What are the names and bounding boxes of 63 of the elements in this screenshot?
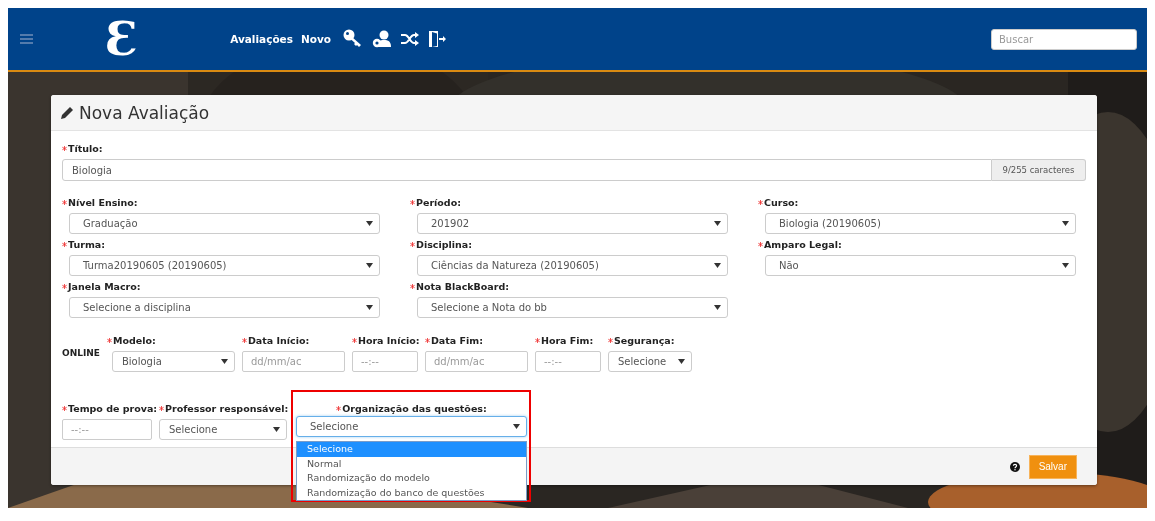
title-field[interactable]: Biologia xyxy=(62,159,992,181)
character-counter: 9/255 caracteres xyxy=(992,159,1086,181)
dropdown-option[interactable]: Normal xyxy=(297,456,526,471)
field-label: Amparo Legal: xyxy=(764,239,842,250)
caret-icon xyxy=(366,263,373,268)
field-label: Janela Macro: xyxy=(68,281,141,292)
pencil-icon xyxy=(60,105,74,120)
caret-icon xyxy=(714,305,721,310)
field-label: Título: xyxy=(68,143,103,154)
input-field[interactable]: dd/mm/ac xyxy=(424,351,528,372)
field-label: Disciplina: xyxy=(416,239,472,250)
field-label: Turma: xyxy=(68,239,105,250)
field-label: Organização das questões: xyxy=(342,403,487,414)
field-label: Hora Início: xyxy=(357,335,420,346)
field-label: Hora Fim: xyxy=(540,335,594,346)
shuffle-icon[interactable] xyxy=(401,32,420,46)
logo: Ɛ xyxy=(105,14,139,64)
field-label: Tempo de prova: xyxy=(68,403,158,414)
caret-icon xyxy=(1062,263,1069,268)
caret-icon xyxy=(677,359,685,364)
field-label: Data Fim: xyxy=(430,335,483,346)
help-icon[interactable] xyxy=(1009,461,1020,472)
caret-icon xyxy=(1062,221,1069,226)
input-field[interactable]: --:-- xyxy=(62,419,152,440)
field-label: Nível Ensino: xyxy=(68,197,138,208)
key-icon[interactable] xyxy=(343,29,364,49)
caret-icon xyxy=(714,263,721,268)
field-label: Período: xyxy=(416,197,461,208)
select-field[interactable]: Turma20190605 (20190605) xyxy=(69,255,380,276)
caret-icon xyxy=(714,221,721,226)
select-field[interactable]: Biologia xyxy=(111,351,235,372)
search-field[interactable]: Buscar xyxy=(991,28,1137,50)
field-label: Curso: xyxy=(764,197,799,208)
online-label: ONLINE xyxy=(62,347,100,359)
nav-link[interactable]: Novo xyxy=(300,33,332,45)
exit-door-icon[interactable] xyxy=(428,30,447,48)
select-field[interactable]: Selecione a Nota do bb xyxy=(417,297,728,318)
select-field[interactable]: 201902 xyxy=(417,213,728,234)
nav-link[interactable]: Avaliações xyxy=(230,33,293,45)
field-label: Modelo: xyxy=(112,335,156,346)
select-field[interactable]: Selecione a disciplina xyxy=(69,297,380,318)
dropdown-option[interactable]: Randomização do modelo xyxy=(297,471,526,486)
select-field[interactable]: Selecione xyxy=(296,416,527,437)
user-gear-icon[interactable] xyxy=(372,30,393,48)
select-field[interactable]: Graduação xyxy=(69,213,380,234)
input-field[interactable]: --:-- xyxy=(351,351,418,372)
caret-icon xyxy=(273,427,280,432)
select-field[interactable]: Biologia (20190605) xyxy=(765,213,1076,234)
field-label: Professor responsável: xyxy=(165,403,289,414)
card-title: Nova Avaliação xyxy=(79,102,210,123)
dropdown-option[interactable]: Randomização do banco de questões xyxy=(297,485,526,500)
select-field[interactable]: Ciências da Natureza (20190605) xyxy=(417,255,728,276)
field-label: Segurança: xyxy=(613,335,675,346)
select-field[interactable]: Não xyxy=(765,255,1076,276)
input-field[interactable]: dd/mm/ac xyxy=(241,351,345,372)
select-field[interactable]: Selecione xyxy=(159,419,287,440)
caret-icon xyxy=(220,359,228,364)
select-field[interactable]: Selecione xyxy=(607,351,692,372)
input-field[interactable]: --:-- xyxy=(534,351,601,372)
field-label: Data Início: xyxy=(247,335,310,346)
caret-icon xyxy=(366,305,373,310)
caret-icon xyxy=(513,424,520,429)
field-label: Nota BlackBoard: xyxy=(416,281,510,292)
